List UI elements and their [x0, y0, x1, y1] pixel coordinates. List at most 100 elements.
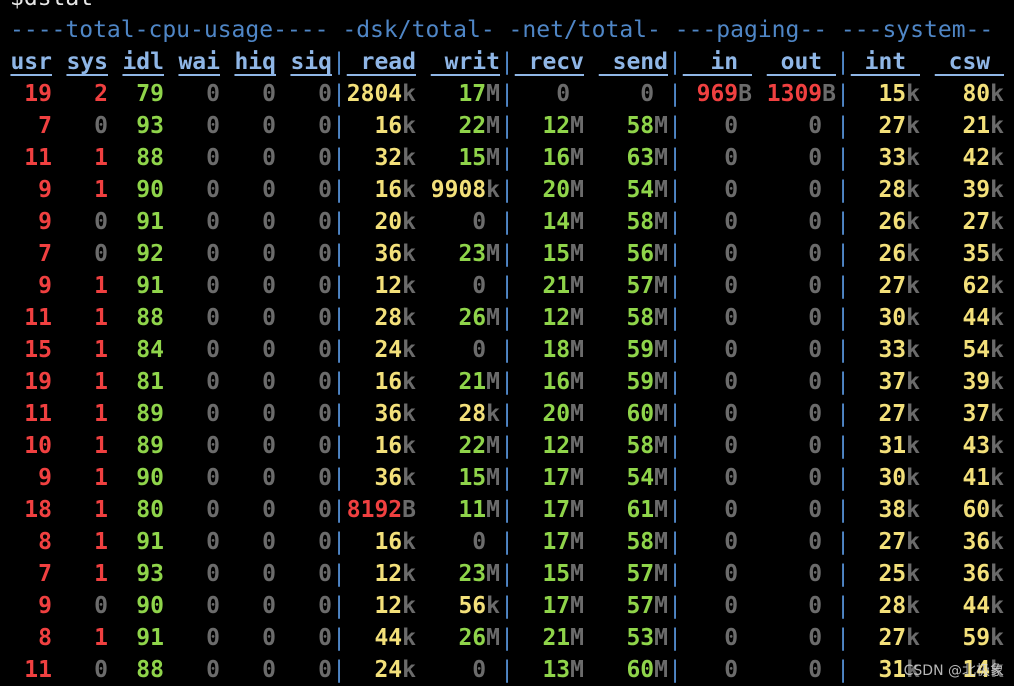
table-row: 7 0 93 0 0 0| 16k 22M| 12M 58M| 0 0 | 27k 21… [10, 110, 1004, 142]
cell-idl: 91 [122, 622, 164, 654]
data-rows: 19 2 79 0 0 0|2804k 17M| 0 0 | 969B 1309B|… [10, 78, 1004, 686]
value: 20 [542, 177, 571, 203]
column-separator: | [332, 497, 346, 523]
value: 0 [724, 177, 739, 203]
table-row: 7 0 92 0 0 0| 36k 23M| 15M 56M| 0 0 | 26k 35… [10, 238, 1004, 270]
unit [822, 625, 836, 651]
cell-read: 36k [346, 398, 416, 430]
cell-wai: 0 [178, 526, 220, 558]
column-separator: | [836, 305, 850, 331]
unit: M [654, 209, 668, 235]
unit: M [570, 177, 584, 203]
cell-send: 63M [598, 142, 668, 174]
value: 93 [136, 561, 164, 587]
value: 16 [374, 113, 403, 139]
value: 0 [556, 81, 571, 107]
cell-sys: 1 [66, 430, 108, 462]
cell-out: 0 [766, 462, 836, 494]
value: 20 [374, 209, 403, 235]
value: 0 [808, 337, 823, 363]
value: 7 [38, 241, 52, 267]
cell-int: 31k [850, 430, 920, 462]
cell-usr: 9 [10, 174, 52, 206]
value: 0 [808, 593, 823, 619]
cell-out: 0 [766, 654, 836, 686]
value: 28 [374, 305, 403, 331]
column-separator: | [332, 241, 346, 267]
value: 0 [318, 593, 332, 619]
cell-idl: 88 [122, 302, 164, 334]
cell-hiq: 0 [234, 238, 276, 270]
cell-int: 27k [850, 110, 920, 142]
column-header-usr: usr [10, 49, 52, 75]
cell-wai: 0 [178, 494, 220, 526]
cell-hiq: 0 [234, 78, 276, 110]
value: 0 [206, 177, 220, 203]
unit: M [654, 465, 668, 491]
value: 0 [472, 337, 487, 363]
cell-read: 32k [346, 142, 416, 174]
value: 11 [24, 401, 52, 427]
unit: M [486, 625, 500, 651]
value: 0 [808, 433, 823, 459]
unit: k [990, 241, 1004, 267]
value: 0 [808, 529, 823, 555]
cell-read: 28k [346, 302, 416, 334]
value: 0 [318, 209, 332, 235]
unit [822, 145, 836, 171]
unit: M [570, 305, 584, 331]
cell-sys: 1 [66, 142, 108, 174]
cell-out: 0 [766, 206, 836, 238]
value: 7 [38, 561, 52, 587]
unit: k [906, 81, 920, 107]
cell-wai: 0 [178, 590, 220, 622]
value: 23 [458, 241, 487, 267]
cell-writ: 15M [430, 462, 500, 494]
column-separator: | [332, 305, 346, 331]
unit [738, 305, 752, 331]
value: 0 [206, 529, 220, 555]
value: 36 [374, 465, 403, 491]
cell-idl: 91 [122, 526, 164, 558]
unit [738, 433, 752, 459]
value: 17 [458, 81, 487, 107]
cell-send: 60M [598, 398, 668, 430]
value: 11 [24, 145, 52, 171]
cell-wai: 0 [178, 270, 220, 302]
value: 57 [626, 561, 655, 587]
unit: B [822, 81, 836, 107]
value: 0 [318, 529, 332, 555]
cell-send: 53M [598, 622, 668, 654]
column-separator: | [668, 657, 682, 683]
value: 0 [318, 369, 332, 395]
cell-csw: 27k [934, 206, 1004, 238]
value: 36 [374, 241, 403, 267]
value: 56 [458, 593, 487, 619]
value: 31 [878, 433, 907, 459]
value: 0 [318, 561, 332, 587]
cell-hiq: 0 [234, 366, 276, 398]
cell-out: 0 [766, 622, 836, 654]
